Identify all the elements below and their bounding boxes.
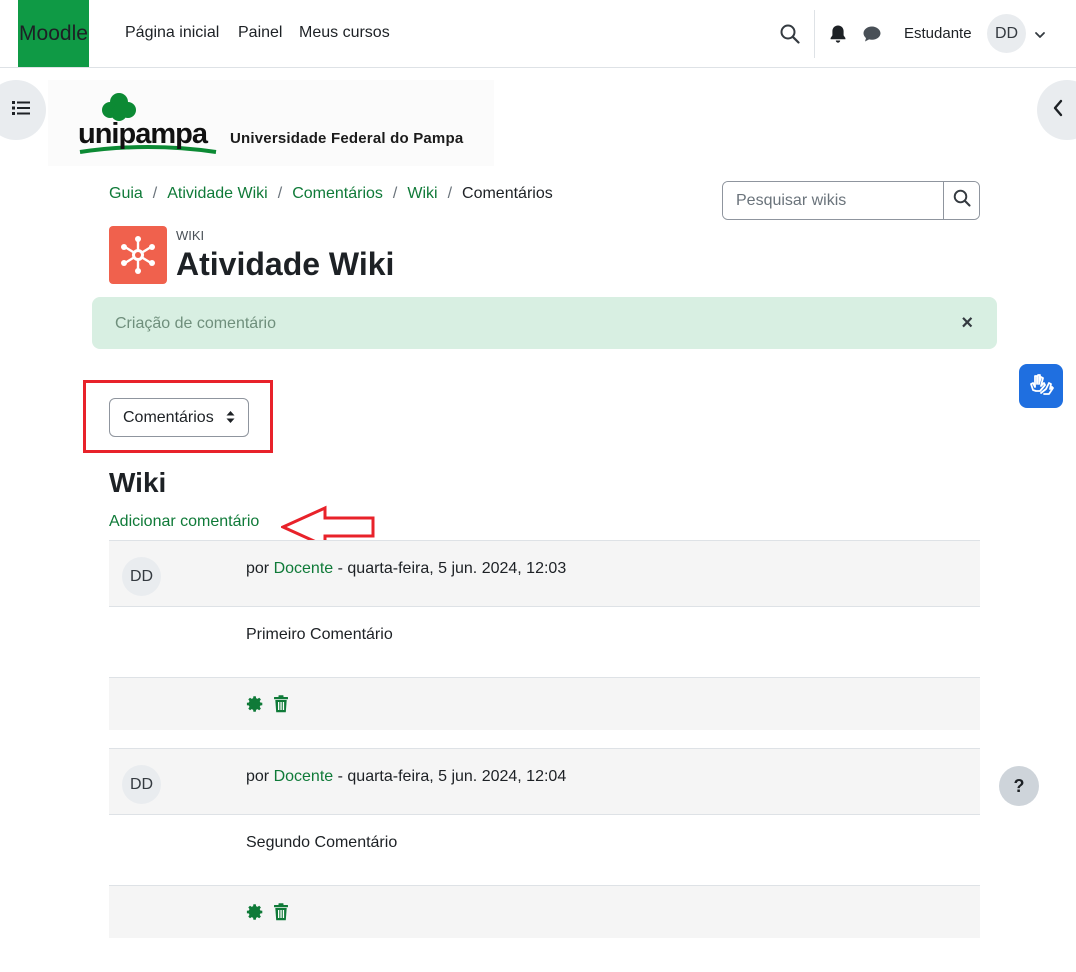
unipampa-wordmark: unipampa (78, 118, 208, 150)
comment-avatar[interactable]: DD (122, 557, 161, 596)
search-wikis-button[interactable] (943, 182, 979, 219)
comment-date: - quarta-feira, 5 jun. 2024, 12:04 (337, 768, 567, 785)
bell-icon[interactable] (826, 22, 850, 46)
close-icon[interactable]: × (961, 313, 973, 333)
comment-body: Primeiro Comentário (109, 607, 980, 677)
comment-header: DD por Docente - quarta-feira, 5 jun. 20… (109, 540, 980, 607)
list-icon (11, 99, 31, 122)
wiki-activity-icon (109, 226, 167, 284)
nav-dashboard-link[interactable]: Painel (238, 24, 282, 42)
sort-caret-icon (226, 410, 235, 429)
alert-message: Criação de comentário (115, 315, 276, 332)
breadcrumb-current: Comentários (462, 185, 553, 202)
select-value: Comentários (123, 408, 214, 426)
breadcrumb-atividade-wiki[interactable]: Atividade Wiki (167, 185, 267, 203)
comment-author-link[interactable]: Docente (274, 768, 334, 785)
open-block-drawer-button[interactable] (1037, 80, 1076, 140)
breadcrumb-guia[interactable]: Guia (109, 185, 143, 203)
moodle-logo[interactable]: Moodle (18, 0, 89, 67)
activity-type: WIKI (176, 228, 205, 243)
trash-icon[interactable] (273, 903, 289, 926)
section-heading: Wiki (109, 467, 167, 498)
gear-icon[interactable] (246, 695, 264, 718)
chevron-down-icon[interactable] (1034, 27, 1046, 45)
comment-meta: por Docente - quarta-feira, 5 jun. 2024,… (246, 560, 566, 578)
page-title: Atividade Wiki (176, 246, 395, 282)
breadcrumb-separator: / (277, 185, 283, 202)
hands-icon (1027, 370, 1055, 403)
comment-header: DD por Docente - quarta-feira, 5 jun. 20… (109, 748, 980, 815)
search-wikis-input[interactable] (723, 182, 943, 219)
nav-divider (814, 10, 815, 58)
open-course-index-button[interactable] (0, 80, 46, 140)
top-navbar: Moodle Página inicial Painel Meus cursos… (0, 0, 1076, 68)
comment-text: Segundo Comentário (246, 834, 398, 851)
chat-icon[interactable] (860, 22, 884, 46)
success-alert: Criação de comentário × (92, 297, 997, 349)
comment-text: Primeiro Comentário (246, 626, 393, 643)
chevron-left-icon (1052, 99, 1064, 122)
trash-icon[interactable] (273, 695, 289, 718)
comment-author-link[interactable]: Docente (274, 560, 334, 577)
help-button[interactable]: ? (999, 766, 1039, 806)
add-comment-link[interactable]: Adicionar comentário (109, 513, 259, 531)
breadcrumb: Guia / Atividade Wiki / Comentários / Wi… (109, 185, 553, 203)
breadcrumb-comentarios[interactable]: Comentários (292, 185, 383, 203)
comment-prefix: por (246, 768, 270, 785)
breadcrumb-separator: / (392, 185, 398, 202)
comment-actions (109, 885, 980, 938)
sign-language-accessibility-button[interactable] (1019, 364, 1063, 408)
comment-prefix: por (246, 560, 270, 577)
gear-icon[interactable] (246, 903, 264, 926)
user-name[interactable]: Estudante (904, 25, 972, 42)
comment-avatar[interactable]: DD (122, 765, 161, 804)
breadcrumb-separator: / (447, 185, 453, 202)
comment-date: - quarta-feira, 5 jun. 2024, 12:03 (337, 560, 567, 577)
search-icon (953, 189, 971, 212)
search-wikis (722, 181, 980, 220)
breadcrumb-separator: / (152, 185, 158, 202)
nav-home-link[interactable]: Página inicial (125, 24, 219, 42)
institution-name: Universidade Federal do Pampa (230, 130, 464, 147)
breadcrumb-wiki[interactable]: Wiki (407, 185, 437, 203)
nav-my-courses-link[interactable]: Meus cursos (299, 24, 390, 42)
search-icon[interactable] (778, 22, 802, 46)
comment-actions (109, 677, 980, 730)
user-avatar[interactable]: DD (987, 14, 1026, 53)
wiki-navigation-select[interactable]: Comentários (109, 398, 249, 437)
comment-meta: por Docente - quarta-feira, 5 jun. 2024,… (246, 768, 566, 786)
comment-body: Segundo Comentário (109, 815, 980, 885)
